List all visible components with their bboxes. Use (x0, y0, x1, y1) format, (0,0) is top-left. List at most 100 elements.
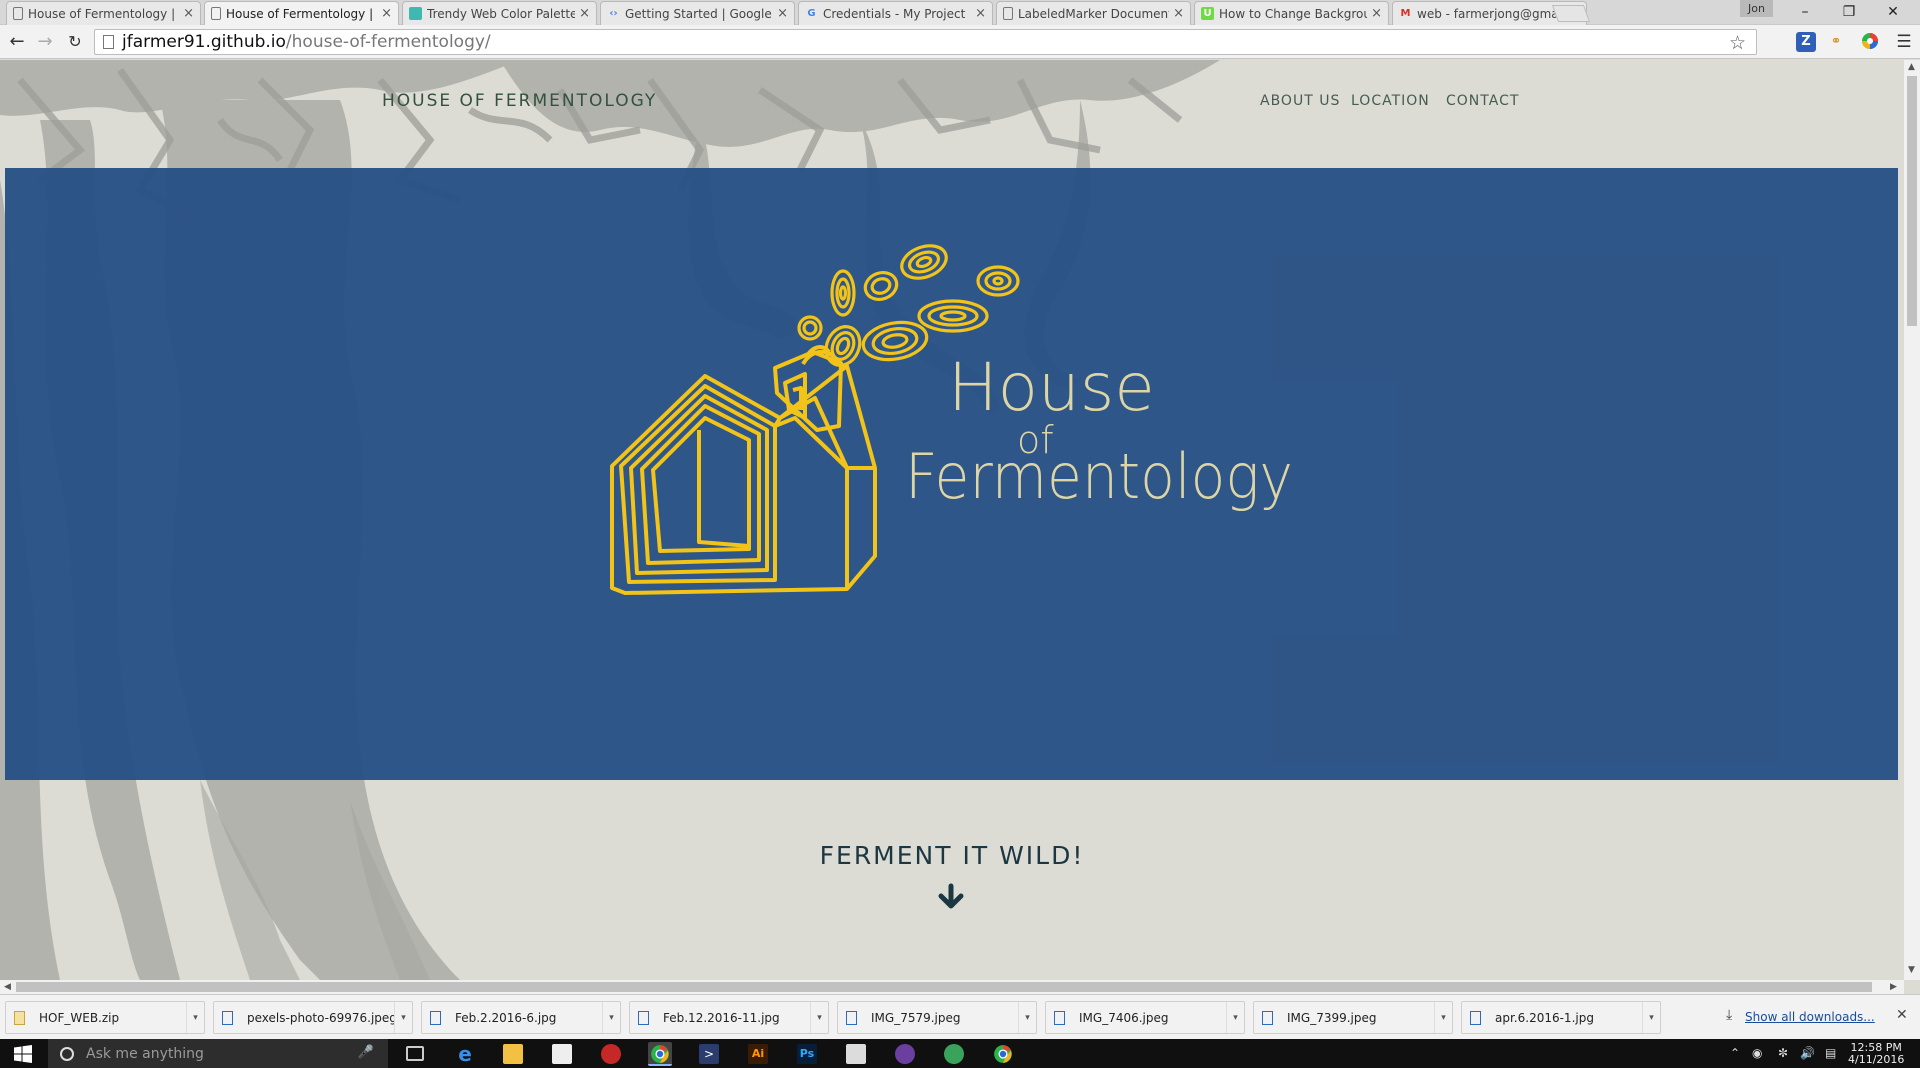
microphone-icon[interactable]: 🎤 (358, 1045, 374, 1060)
downloads-shelf: HOF_WEB.zip ▾ pexels-photo-69976.jpeg ▾ Feb.… (0, 994, 1920, 1039)
browser-tab[interactable]: G Credentials - My Project × (798, 1, 993, 25)
chrome-secondary-icon[interactable] (993, 1044, 1013, 1064)
tab-title: web - farmerjong@gmail (1417, 6, 1566, 21)
taskbar-clock[interactable]: 12:58 PM 4/11/2016 (1848, 1042, 1904, 1066)
github-desktop-icon[interactable] (895, 1044, 915, 1064)
close-tab-icon[interactable]: × (1371, 6, 1382, 21)
color-extension-icon[interactable] (1860, 32, 1880, 52)
download-icon: ⤓ (1726, 1007, 1733, 1023)
download-item[interactable]: IMG_7579.jpeg ▾ (837, 1001, 1037, 1034)
vertical-scroll-thumb[interactable] (1907, 76, 1917, 326)
arrow-down-icon[interactable] (935, 883, 967, 911)
download-filename: IMG_7399.jpeg (1287, 1010, 1377, 1025)
browser-tab[interactable]: LabeledMarker Document × (996, 1, 1191, 25)
horizontal-scroll-thumb[interactable] (16, 982, 1872, 992)
scroll-right-icon[interactable]: ▶ (1890, 982, 1897, 992)
edge-icon[interactable]: e (455, 1044, 475, 1064)
notifications-icon[interactable]: ▤ (1825, 1046, 1836, 1060)
tray-record-icon[interactable]: ◉ (1752, 1046, 1762, 1060)
browser-tab[interactable]: House of Fermentology | × (6, 1, 201, 25)
power-app-icon[interactable] (601, 1044, 621, 1064)
scroll-up-icon[interactable]: ▲ (1908, 62, 1915, 72)
download-filename: Feb.12.2016-11.jpg (663, 1010, 780, 1025)
download-item[interactable]: HOF_WEB.zip ▾ (5, 1001, 205, 1034)
new-tab-button[interactable] (1551, 5, 1591, 22)
volume-icon[interactable]: 🔊 (1800, 1046, 1815, 1060)
download-menu-caret-icon[interactable]: ▾ (810, 1002, 828, 1033)
close-window-icon[interactable]: ✕ (1872, 0, 1914, 25)
address-bar[interactable]: jfarmer91.github.io/house-of-fermentolog… (94, 29, 1757, 55)
store-icon[interactable] (552, 1044, 572, 1064)
site-brand-link[interactable]: HOUSE OF FERMENTOLOGY (382, 91, 657, 111)
download-item[interactable]: Feb.12.2016-11.jpg ▾ (629, 1001, 829, 1034)
download-item[interactable]: pexels-photo-69976.jpeg ▾ (213, 1001, 413, 1034)
tab-strip: House of Fermentology | × House of Ferment… (0, 0, 1920, 25)
reload-icon[interactable]: ↻ (64, 31, 86, 53)
illustrator-icon[interactable]: Ai (748, 1044, 768, 1064)
powershell-icon[interactable]: > (699, 1044, 719, 1064)
chrome-taskbar-button[interactable] (648, 1042, 672, 1066)
close-tab-icon[interactable]: × (1173, 6, 1184, 21)
close-tab-icon[interactable]: × (579, 6, 590, 21)
cortana-search-box[interactable]: Ask me anything 🎤 (48, 1039, 388, 1068)
browser-tab[interactable]: ‹› Getting Started | Google × (600, 1, 795, 25)
tray-chevron-icon[interactable]: ⌃ (1730, 1046, 1740, 1060)
download-menu-caret-icon[interactable]: ▾ (1434, 1002, 1452, 1033)
profile-button[interactable]: Jon (1740, 0, 1773, 17)
bookmark-star-icon[interactable]: ☆ (1729, 32, 1746, 54)
image-file-icon (638, 1010, 649, 1025)
close-tab-icon[interactable]: × (975, 6, 986, 21)
image-file-icon (1262, 1010, 1273, 1025)
code-icon: ‹› (609, 8, 618, 19)
tab-title: How to Change Backgrou (1219, 6, 1368, 21)
sourcetree-icon[interactable] (944, 1044, 964, 1064)
close-tab-icon[interactable]: × (183, 6, 194, 21)
download-menu-caret-icon[interactable]: ▾ (1226, 1002, 1244, 1033)
close-tab-icon[interactable]: × (381, 6, 392, 21)
close-shelf-icon[interactable]: ✕ (1896, 1007, 1908, 1023)
windows-start-icon[interactable] (14, 1045, 32, 1063)
download-item[interactable]: apr.6.2016-1.jpg ▾ (1461, 1001, 1661, 1034)
photoshop-icon[interactable]: Ps (797, 1044, 817, 1064)
scroll-down-icon[interactable]: ▼ (1908, 965, 1915, 975)
vertical-scrollbar[interactable]: ▲ ▼ (1904, 60, 1920, 980)
image-viewer-icon[interactable] (846, 1044, 866, 1064)
nav-about-us[interactable]: ABOUT US (1260, 93, 1340, 109)
menu-icon[interactable]: ☰ (1894, 32, 1914, 52)
windows-taskbar: Ask me anything 🎤 e > Ai Ps ⌃ ◉ ✼ 🔊 ▤ 12… (0, 1039, 1920, 1068)
house-drawing-icon (610, 345, 877, 595)
browser-tab[interactable]: Trendy Web Color Palette × (402, 1, 597, 25)
site-header: HOUSE OF FERMENTOLOGY ABOUT US LOCATION … (0, 60, 1904, 168)
download-item[interactable]: Feb.2.2016-6.jpg ▾ (421, 1001, 621, 1034)
file-explorer-icon[interactable] (503, 1044, 523, 1064)
download-item[interactable]: IMG_7406.jpeg ▾ (1045, 1001, 1245, 1034)
back-icon[interactable]: ← (6, 31, 28, 53)
tab-title: House of Fermentology | (28, 6, 176, 21)
horizontal-scrollbar[interactable]: ◀ ▶ (0, 980, 1904, 994)
download-filename: Feb.2.2016-6.jpg (455, 1010, 557, 1025)
show-all-downloads-link[interactable]: Show all downloads... (1745, 1010, 1875, 1024)
download-item[interactable]: IMG_7399.jpeg ▾ (1253, 1001, 1453, 1034)
page-info-icon[interactable] (103, 35, 114, 49)
minimize-icon[interactable]: – (1784, 0, 1826, 25)
forward-icon[interactable]: → (34, 31, 56, 53)
wifi-icon[interactable]: ✼ (1778, 1046, 1788, 1060)
nav-location[interactable]: LOCATION (1351, 93, 1430, 109)
clock-date: 4/11/2016 (1848, 1053, 1905, 1066)
download-menu-caret-icon[interactable]: ▾ (186, 1002, 204, 1033)
zotero-extension-icon[interactable]: Z (1796, 32, 1816, 52)
close-tab-icon[interactable]: × (777, 6, 788, 21)
download-menu-caret-icon[interactable]: ▾ (1642, 1002, 1660, 1033)
scroll-left-icon[interactable]: ◀ (4, 982, 11, 992)
image-file-icon (1470, 1010, 1481, 1025)
download-menu-caret-icon[interactable]: ▾ (1018, 1002, 1036, 1033)
download-menu-caret-icon[interactable]: ▾ (394, 1002, 412, 1033)
nav-contact[interactable]: CONTACT (1446, 93, 1519, 109)
browser-tab[interactable]: U How to Change Backgrou × (1194, 1, 1389, 25)
tab-title: Credentials - My Project (823, 6, 966, 21)
key-extension-icon[interactable]: ⚭ (1826, 32, 1846, 52)
task-view-icon[interactable] (406, 1046, 424, 1061)
download-menu-caret-icon[interactable]: ▾ (602, 1002, 620, 1033)
browser-tab[interactable]: House of Fermentology | × (204, 1, 399, 25)
restore-icon[interactable]: ❐ (1828, 0, 1870, 25)
